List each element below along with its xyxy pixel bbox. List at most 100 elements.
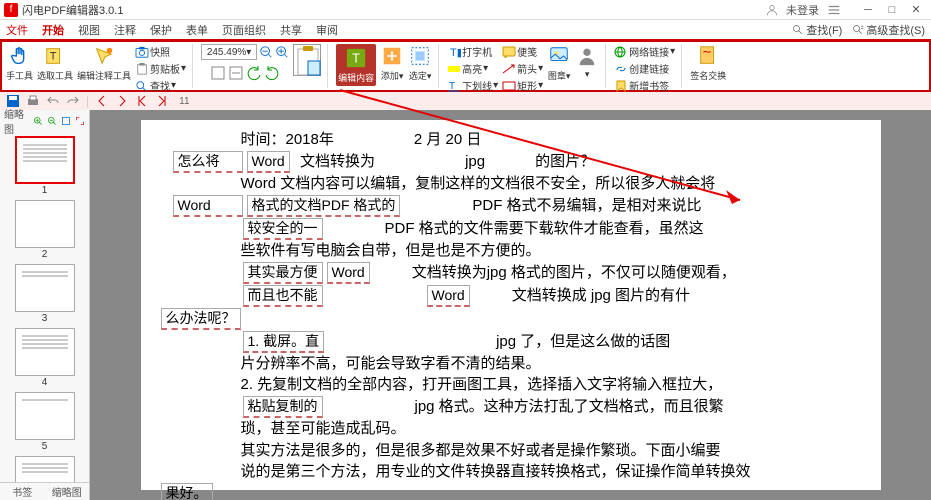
ribbon-group-links: 网络链接▾ 创建链接 新增书签 [614, 44, 682, 88]
menu-tab-annotate[interactable]: 注释 [114, 22, 136, 38]
select-button[interactable]: 选定▾ [408, 44, 432, 82]
search-advanced-icon [852, 24, 864, 36]
thumbnails-list: 1 2 3 4 5 6 [0, 132, 89, 482]
zoom-out-thumb-icon[interactable] [47, 114, 57, 128]
globe-icon [614, 46, 628, 58]
clipboard-paste-icon [294, 45, 322, 77]
sidebar-tab-thumbs[interactable]: 缩略图 [45, 483, 90, 500]
menu-lines-icon[interactable] [827, 3, 841, 17]
thumbnail-sidebar: 缩略图 1 2 3 4 5 6 书签 缩略图 [0, 110, 90, 500]
thumb-page-4[interactable] [15, 328, 75, 376]
thumb-page-5[interactable] [15, 392, 75, 440]
next-page-icon[interactable] [115, 94, 129, 108]
hand-tool[interactable]: 手工具 [6, 44, 33, 82]
thumb-page-2[interactable] [15, 200, 75, 248]
app-title: 闪电PDF编辑器3.0.1 [22, 2, 123, 18]
rect-icon [502, 80, 516, 92]
sidebar-tab-bookmarks[interactable]: 书签 [0, 483, 45, 500]
thumb-page-1[interactable] [15, 136, 75, 184]
thumb-page-6[interactable] [15, 456, 75, 482]
document-page[interactable]: 时间：2018年2 月 20 日 怎么将Word 文档转换为jpg的图片？ Wo… [141, 120, 881, 490]
minimize-button[interactable]: ─ [857, 2, 879, 18]
note-button[interactable]: 便笺 [502, 44, 543, 59]
print-icon[interactable] [26, 94, 40, 108]
advanced-find-button[interactable]: 高级查找(S) [852, 22, 925, 38]
maximize-button[interactable]: □ [881, 2, 903, 18]
search-small-icon [135, 80, 149, 92]
rotate-left-icon[interactable] [246, 65, 262, 81]
thumb-page-3[interactable] [15, 264, 75, 312]
menu-tabs: 文件 开始 视图 注释 保护 表单 页面组织 共享 审阅 查找(F) 高级查找(… [0, 20, 931, 40]
page-canvas[interactable]: 时间：2018年2 月 20 日 怎么将Word 文档转换为jpg的图片？ Wo… [90, 110, 931, 500]
select-all-icon [409, 45, 431, 67]
highlight-button[interactable]: 高亮▾ [447, 61, 498, 76]
ribbon-group-edit: T 编辑内容 添加▾ 选定▾ [336, 44, 439, 88]
redo-icon[interactable] [66, 94, 80, 108]
underline-button[interactable]: T下划线▾ [447, 78, 498, 93]
menu-tab-pages[interactable]: 页面组织 [222, 22, 266, 38]
zoom-combo[interactable]: 245.49%▾ [201, 44, 257, 60]
menu-tab-forms[interactable]: 表单 [186, 22, 208, 38]
menu-tab-share[interactable]: 共享 [280, 22, 302, 38]
ribbon-toolbar: 手工具 T 选取工具 编辑注释工具 快照 剪贴板▾ 查找▾ 245.49%▾ [0, 40, 931, 92]
close-button[interactable]: ✕ [905, 2, 927, 18]
rotate-right-icon[interactable] [264, 65, 280, 81]
rect-button[interactable]: 矩形▾ [502, 78, 543, 93]
prev-page-icon[interactable] [95, 94, 109, 108]
typewriter-button[interactable]: T▮打字机 [447, 44, 498, 59]
arrow-button[interactable]: 箭头▾ [502, 61, 543, 76]
search-icon [792, 24, 804, 36]
person-icon [576, 45, 598, 67]
text-select-icon: T [44, 45, 66, 67]
menu-tab-view[interactable]: 视图 [78, 22, 100, 38]
stamp-button[interactable]: 图章▾ [547, 44, 571, 82]
ribbon-group-annotate: T▮打字机 高亮▾ T下划线▾ 便笺 箭头▾ 矩形▾ 图章▾ ▾ [447, 44, 606, 88]
zoom-out-icon[interactable] [259, 45, 273, 59]
snapshot-button[interactable]: 快照 [135, 44, 186, 59]
typewriter-icon: T▮ [447, 46, 461, 58]
clipboard-button[interactable]: 剪贴板▾ [135, 61, 186, 76]
hand-icon [9, 45, 31, 67]
add-button[interactable]: 添加▾ [380, 44, 404, 82]
menu-tab-review[interactable]: 审阅 [316, 22, 338, 38]
cursor-star-icon [93, 45, 115, 67]
svg-text:T▮: T▮ [450, 47, 461, 58]
quick-access-bar: | 11 [0, 92, 931, 110]
user-button[interactable]: ▾ [575, 44, 599, 80]
find-button[interactable]: 查找(F) [792, 22, 842, 38]
web-link-button[interactable]: 网络链接▾ [614, 44, 675, 59]
thumb-expand-icon[interactable] [75, 114, 85, 128]
ribbon-group-sign: 签名交换 [690, 44, 732, 88]
fit-page-icon[interactable] [210, 65, 226, 81]
bookmark-icon [614, 80, 628, 92]
bookmark-button[interactable]: 新增书签 [614, 78, 675, 93]
underline-icon: T [447, 80, 461, 92]
svg-text:T: T [352, 51, 360, 66]
highlight-icon [447, 63, 461, 75]
zoom-in-thumb-icon[interactable] [33, 114, 43, 128]
menu-tab-start[interactable]: 开始 [42, 22, 64, 38]
clipboard-large[interactable] [293, 44, 321, 76]
menu-tab-protect[interactable]: 保护 [150, 22, 172, 38]
thumb-options-icon[interactable] [61, 114, 71, 128]
zoom-in-icon[interactable] [275, 45, 289, 59]
select-tool[interactable]: T 选取工具 [37, 44, 73, 82]
undo-icon[interactable] [46, 94, 60, 108]
create-link-button[interactable]: 创建链接 [614, 61, 675, 76]
arrow-icon [502, 63, 516, 75]
edit-content-button[interactable]: T 编辑内容 [336, 44, 376, 86]
login-status[interactable]: 未登录 [786, 2, 819, 18]
doc-tab[interactable]: 11 [179, 96, 189, 107]
find-ribbon-button[interactable]: 查找▾ [135, 78, 186, 93]
fit-width-icon[interactable] [228, 65, 244, 81]
ribbon-group-zoom: 245.49%▾ [201, 44, 328, 88]
annotate-tool[interactable]: 编辑注释工具 [77, 44, 131, 82]
last-page-icon[interactable] [155, 94, 169, 108]
user-icon [766, 4, 778, 16]
first-page-icon[interactable] [135, 94, 149, 108]
sign-button[interactable]: 签名交换 [690, 44, 726, 82]
ribbon-group-tools: 手工具 T 选取工具 编辑注释工具 快照 剪贴板▾ 查找▾ [6, 44, 193, 88]
link-icon [614, 63, 628, 75]
menu-tab-file[interactable]: 文件 [6, 22, 28, 38]
clipboard-icon [135, 63, 149, 75]
